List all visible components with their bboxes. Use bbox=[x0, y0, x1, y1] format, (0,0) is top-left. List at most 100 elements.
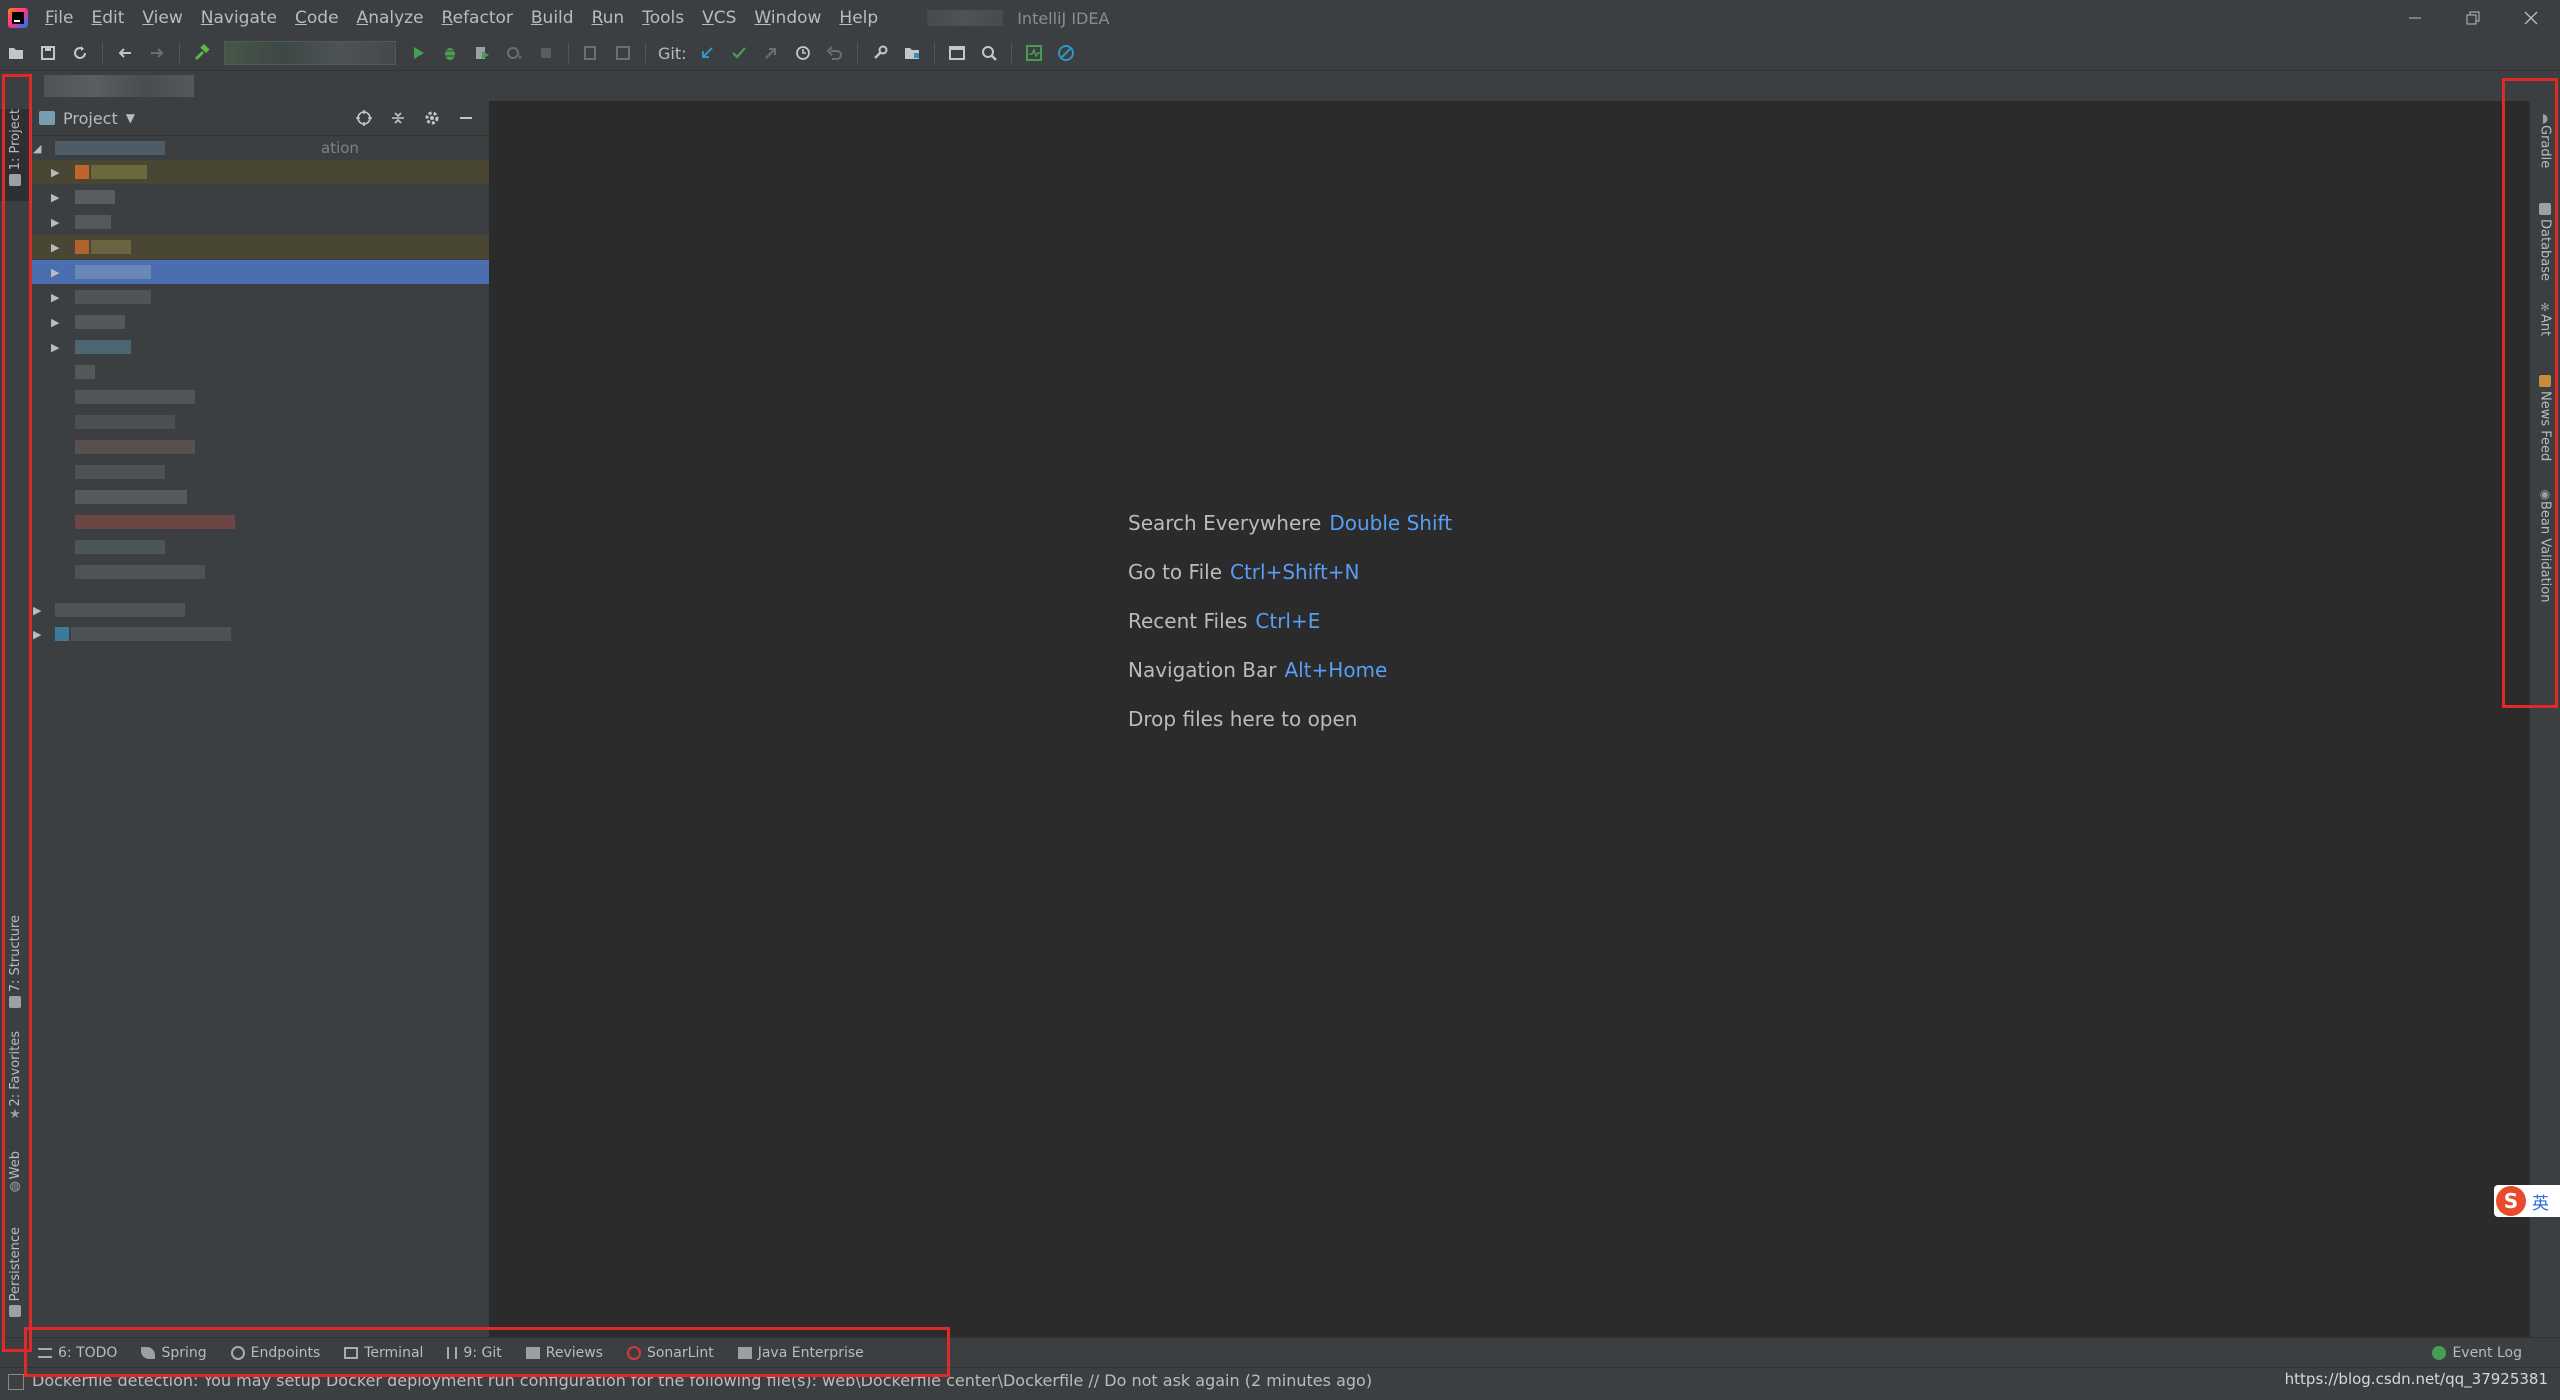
menu-code[interactable]: Code bbox=[286, 0, 348, 36]
menu-tools[interactable]: Tools bbox=[633, 0, 693, 36]
tree-row[interactable] bbox=[31, 435, 489, 459]
chevron-right-icon[interactable]: ▶ bbox=[51, 166, 59, 179]
toggle-tool-windows-icon[interactable] bbox=[8, 1374, 24, 1390]
chevron-right-icon[interactable]: ▶ bbox=[51, 216, 59, 229]
tree-row[interactable]: ▶ bbox=[31, 235, 489, 259]
power-save-button[interactable] bbox=[1050, 38, 1082, 68]
project-view-selector[interactable]: Project bbox=[63, 109, 118, 128]
menu-run[interactable]: Run bbox=[583, 0, 634, 36]
debug-button[interactable] bbox=[434, 38, 466, 68]
chevron-right-icon[interactable]: ▶ bbox=[51, 341, 59, 354]
tree-root-row[interactable]: ◢ ation bbox=[31, 136, 489, 160]
menu-build[interactable]: Build bbox=[522, 0, 583, 36]
git-push-button[interactable] bbox=[755, 38, 787, 68]
forward-button[interactable] bbox=[141, 38, 173, 68]
git-update-button[interactable] bbox=[691, 38, 723, 68]
chevron-right-icon[interactable]: ▶ bbox=[33, 604, 41, 617]
build-button[interactable] bbox=[186, 38, 218, 68]
menu-vcs[interactable]: VCS bbox=[693, 0, 745, 36]
tree-row[interactable]: ▶ bbox=[31, 160, 489, 184]
tree-row[interactable] bbox=[31, 485, 489, 509]
back-button[interactable] bbox=[109, 38, 141, 68]
chevron-right-icon[interactable]: ▶ bbox=[51, 191, 59, 204]
open-folder-button[interactable] bbox=[896, 38, 928, 68]
stripe-news-feed[interactable]: News Feed bbox=[2530, 371, 2560, 461]
tree-row[interactable]: ▶ bbox=[31, 310, 489, 334]
menu-navigate[interactable]: Navigate bbox=[192, 0, 286, 36]
stripe-project[interactable]: 1: Project bbox=[0, 109, 30, 201]
tree-row[interactable]: ▶ bbox=[31, 210, 489, 234]
git-history-button[interactable] bbox=[787, 38, 819, 68]
run-with-coverage-button[interactable] bbox=[466, 38, 498, 68]
git-commit-button[interactable] bbox=[723, 38, 755, 68]
minimize-button[interactable] bbox=[2386, 0, 2444, 36]
chevron-right-icon[interactable]: ▶ bbox=[51, 291, 59, 304]
tree-row[interactable] bbox=[31, 460, 489, 484]
sync-button[interactable] bbox=[64, 38, 96, 68]
stripe-persistence[interactable]: Persistence bbox=[0, 1227, 30, 1327]
tool-spring[interactable]: Spring bbox=[141, 1345, 207, 1361]
stripe-structure[interactable]: 7: Structure bbox=[0, 915, 30, 1015]
tool-java-enterprise[interactable]: Java Enterprise bbox=[737, 1345, 864, 1361]
chevron-down-icon[interactable]: ▼ bbox=[126, 111, 135, 125]
chevron-right-icon[interactable]: ▶ bbox=[33, 628, 41, 641]
stripe-database[interactable]: Database bbox=[2530, 199, 2560, 289]
open-button[interactable] bbox=[0, 38, 32, 68]
save-all-button[interactable] bbox=[32, 38, 64, 68]
expand-arrow-icon[interactable]: ◢ bbox=[33, 142, 41, 155]
run-configuration-selector[interactable] bbox=[224, 41, 396, 65]
status-message[interactable]: Dockerfile detection: You may setup Dock… bbox=[32, 1368, 1372, 1394]
tool-git[interactable]: 9: Git bbox=[447, 1345, 502, 1361]
stripe-ant[interactable]: ✻ Ant bbox=[2530, 301, 2560, 351]
tool-sonarlint[interactable]: SonarLint bbox=[626, 1345, 714, 1361]
coverage-report-button[interactable] bbox=[607, 38, 639, 68]
stop-button[interactable] bbox=[530, 38, 562, 68]
tree-row[interactable] bbox=[31, 560, 489, 584]
close-button[interactable] bbox=[2502, 0, 2560, 36]
menu-refactor[interactable]: Refactor bbox=[433, 0, 522, 36]
event-log-button[interactable]: Event Log bbox=[2432, 1338, 2522, 1368]
tree-row[interactable] bbox=[31, 360, 489, 384]
ime-indicator[interactable]: S 英 bbox=[2494, 1185, 2560, 1217]
tree-row[interactable] bbox=[31, 535, 489, 559]
collapse-all-button[interactable] bbox=[381, 101, 415, 135]
stripe-favorites[interactable]: 2: Favorites ★ bbox=[0, 1031, 30, 1137]
monitor-button[interactable] bbox=[1018, 38, 1050, 68]
menu-view[interactable]: View bbox=[133, 0, 191, 36]
tool-terminal[interactable]: Terminal bbox=[344, 1345, 423, 1361]
chevron-right-icon[interactable]: ▶ bbox=[51, 266, 59, 279]
menu-file[interactable]: File bbox=[36, 0, 82, 36]
tree-row[interactable]: ▶ bbox=[31, 185, 489, 209]
tree-row[interactable] bbox=[31, 510, 489, 534]
git-rollback-button[interactable] bbox=[819, 38, 851, 68]
stripe-gradle[interactable]: ◗ Gradle bbox=[2530, 111, 2560, 191]
chevron-right-icon[interactable]: ▶ bbox=[51, 316, 59, 329]
run-button[interactable] bbox=[402, 38, 434, 68]
breadcrumb-blurred[interactable] bbox=[44, 75, 194, 97]
restore-button[interactable] bbox=[2444, 0, 2502, 36]
panel-settings-button[interactable] bbox=[415, 101, 449, 135]
menu-window[interactable]: Window bbox=[745, 0, 830, 36]
stripe-bean-validation[interactable]: ◉ Bean Validation bbox=[2530, 487, 2560, 617]
stripe-web[interactable]: Web ◍ bbox=[0, 1151, 30, 1211]
editor-area[interactable]: Search Everywhere Double Shift Go to File… bbox=[490, 101, 2530, 1337]
project-structure-button[interactable] bbox=[864, 38, 896, 68]
menu-edit[interactable]: Edit bbox=[82, 0, 133, 36]
tool-endpoints[interactable]: Endpoints bbox=[230, 1345, 320, 1361]
tree-row[interactable]: ▶ bbox=[31, 622, 489, 646]
locate-file-button[interactable] bbox=[347, 101, 381, 135]
tree-row[interactable] bbox=[31, 385, 489, 409]
tool-todo[interactable]: 6: TODO bbox=[38, 1345, 117, 1361]
tree-row-selected[interactable]: ▶ bbox=[31, 260, 489, 284]
menu-help[interactable]: Help bbox=[830, 0, 887, 36]
chevron-right-icon[interactable]: ▶ bbox=[51, 241, 59, 254]
tree-row[interactable]: ▶ bbox=[31, 335, 489, 359]
tree-row[interactable]: ▶ bbox=[31, 598, 489, 622]
tool-reviews[interactable]: Reviews bbox=[525, 1345, 603, 1361]
terminal-window-button[interactable] bbox=[941, 38, 973, 68]
search-button[interactable] bbox=[973, 38, 1005, 68]
menu-analyze[interactable]: Analyze bbox=[348, 0, 433, 36]
tree-row[interactable] bbox=[31, 410, 489, 434]
hide-panel-button[interactable] bbox=[449, 101, 483, 135]
attach-debugger-button[interactable] bbox=[575, 38, 607, 68]
